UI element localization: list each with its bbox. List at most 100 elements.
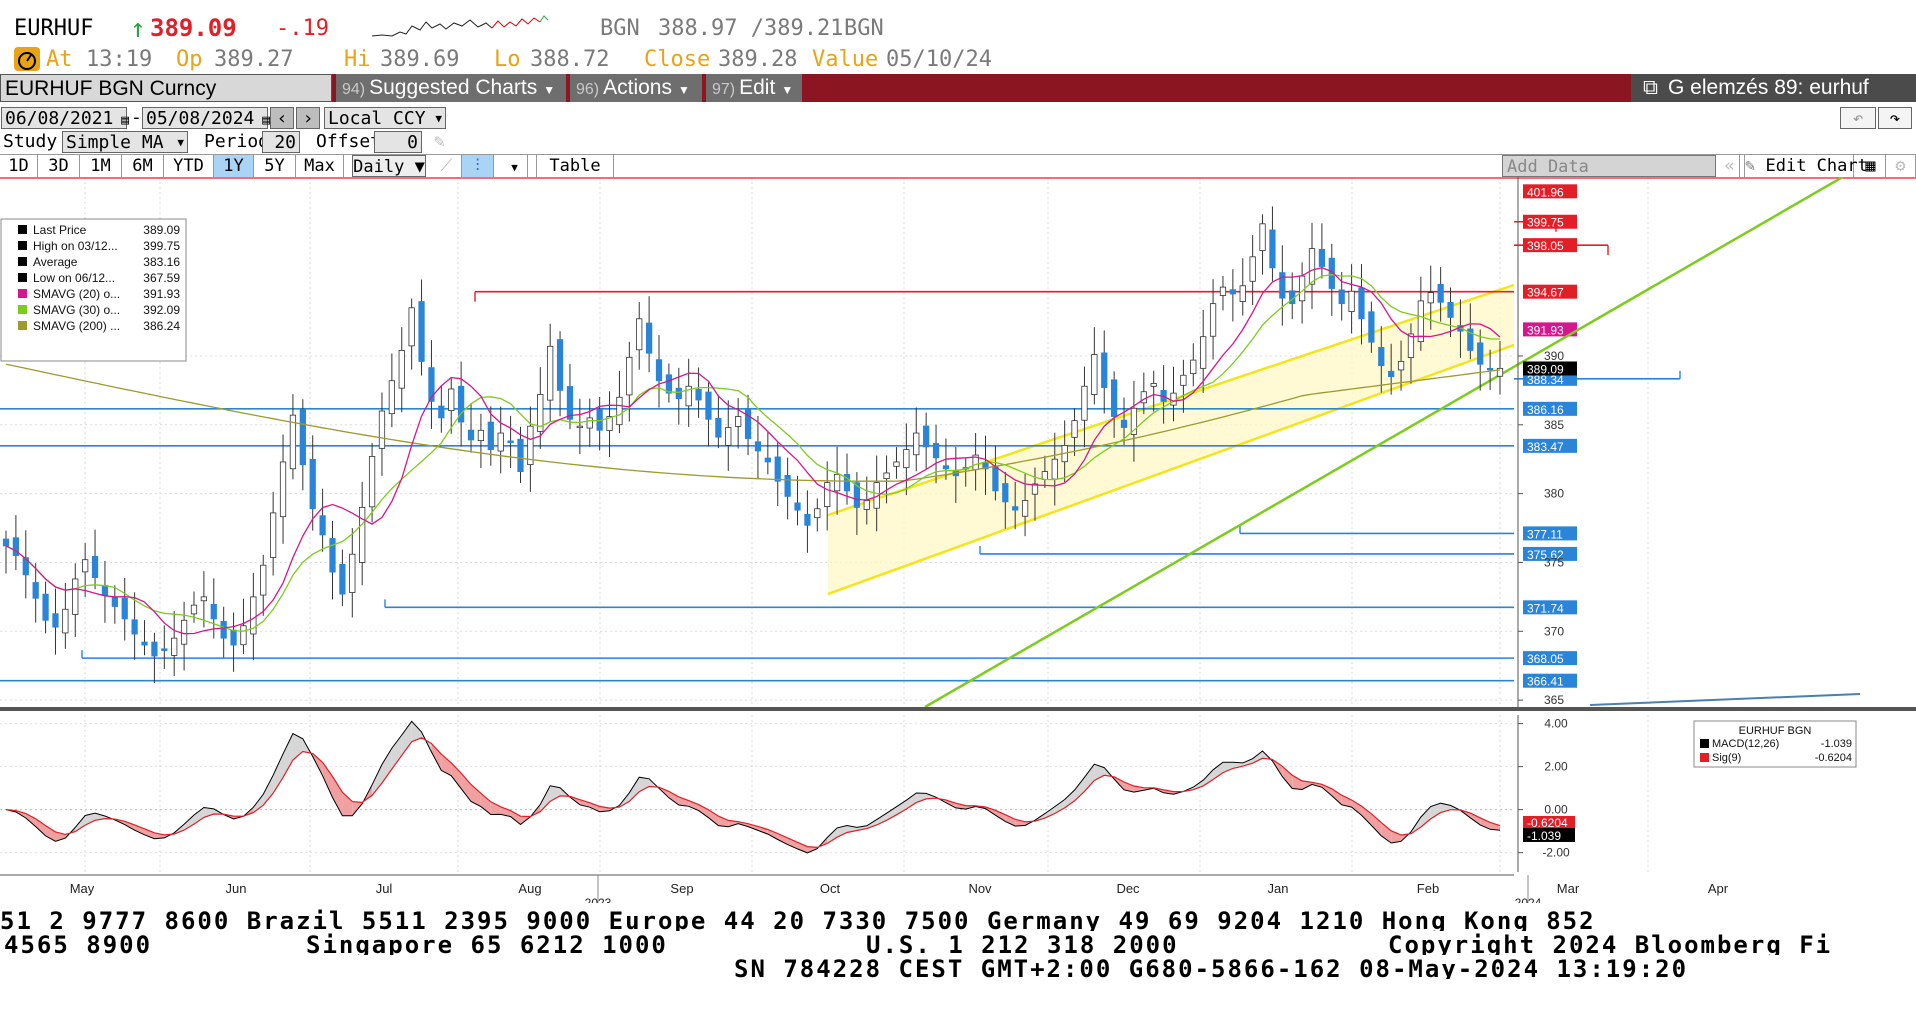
legend-swatch	[18, 273, 27, 282]
dropdown-arrow-icon: ▼	[543, 83, 556, 97]
chart-type-line-button[interactable]: ⟋	[432, 155, 462, 177]
actions-button[interactable]: 96) Actions ▼	[570, 74, 702, 102]
suggested-label: Suggested Charts	[369, 76, 538, 99]
candle-body	[814, 508, 821, 519]
candle-body	[824, 482, 831, 507]
redo-button[interactable]: ↷	[1878, 107, 1912, 129]
candle-body	[1338, 289, 1345, 305]
dropdown-arrow-icon: ▼	[678, 83, 690, 97]
price-change: -.19	[276, 16, 329, 41]
candle-body	[141, 641, 148, 646]
external-link-icon: ⧉	[1643, 76, 1658, 99]
redo-icon: ↷	[1889, 108, 1901, 129]
candle-body	[942, 465, 950, 470]
period-tab-3d[interactable]: 3D	[38, 155, 80, 177]
level-label: 383.47	[1523, 438, 1577, 454]
candle-body	[32, 582, 39, 599]
end-date-input[interactable]: 05/08/2024 ▤	[142, 107, 271, 129]
security-field[interactable]: EURHUF BGN Curncy	[0, 74, 332, 102]
edit-chart-button[interactable]: ✎ Edit Chart	[1744, 155, 1868, 177]
candle-body	[91, 556, 99, 578]
candle-body	[725, 427, 732, 446]
price-axis-label: 385	[1544, 418, 1564, 432]
analysis-title[interactable]: ⧉ G elemzés 89: eurhuf	[1631, 74, 1916, 102]
level-label-text: 394.67	[1527, 286, 1564, 300]
legend-swatch	[18, 241, 27, 250]
candle-body	[764, 457, 771, 463]
gear-button[interactable]: ⚙	[1886, 155, 1916, 177]
candle-body	[82, 559, 89, 573]
legend-value: 386.24	[143, 319, 180, 333]
collapse-button[interactable]: «	[1720, 155, 1740, 177]
add-data-input[interactable]: Add Data	[1502, 155, 1716, 177]
candle-body	[319, 515, 326, 536]
at-time: 13:19	[86, 47, 153, 72]
chart-type-dropdown[interactable]: ▼	[502, 155, 528, 177]
x-axis-label: Jul	[376, 881, 393, 896]
legend: Last Price 389.09 High on 03/12... 399.75 Av…	[0, 218, 187, 362]
candle-body	[448, 388, 455, 411]
candle-body	[1041, 471, 1048, 480]
candle-body	[507, 440, 514, 444]
candle-body	[339, 563, 346, 595]
calendar-icon: ▤	[113, 113, 130, 128]
next-range-button[interactable]: ›	[296, 107, 320, 129]
chart-settings-button[interactable]: ▦	[1856, 155, 1886, 177]
period-tab-ytd[interactable]: YTD	[164, 155, 214, 177]
suggested-num: 94)	[342, 81, 366, 98]
value-label: Value	[812, 47, 879, 72]
macd-legend-value: -0.6204	[1815, 752, 1852, 764]
candle-body	[1486, 368, 1494, 371]
gauge-icon[interactable]	[14, 47, 40, 71]
study-type-select[interactable]: Simple MA ▼	[62, 131, 188, 153]
suggested-charts-button[interactable]: 94) Suggested Charts ▼	[336, 74, 566, 102]
candle-body	[586, 417, 593, 429]
offset-input[interactable]: 0	[374, 131, 422, 153]
table-button[interactable]: Table	[536, 155, 614, 177]
legend-value: 367.59	[143, 271, 180, 285]
edit-button[interactable]: 97) Edit ▼	[706, 74, 802, 102]
edit-label: Edit	[739, 76, 776, 99]
period-tab-6m[interactable]: 6M	[122, 155, 164, 177]
currency-select[interactable]: Local CCY ▼	[324, 107, 446, 129]
level-label-text: 391.93	[1527, 323, 1564, 337]
period-tab-1y[interactable]: 1Y	[214, 155, 254, 177]
candle-body	[388, 380, 395, 415]
candle-body	[893, 461, 900, 467]
candle-body	[1209, 303, 1217, 337]
macd-axis-label: 4.00	[1544, 717, 1568, 731]
period-tab-1m[interactable]: 1M	[80, 155, 122, 177]
frequency-select[interactable]: Daily ▼	[352, 155, 426, 177]
candle-body	[1170, 392, 1177, 406]
macd-last-label: -1.039	[1527, 829, 1561, 843]
dropdown-arrow-icon: ▼	[435, 112, 442, 125]
level-label-text: 366.41	[1527, 675, 1564, 689]
prev-range-button[interactable]: ‹	[270, 107, 294, 129]
candle-body	[1279, 272, 1286, 299]
range-dash: -	[131, 107, 142, 128]
level-label: 401.96	[1523, 184, 1577, 199]
x-axis-label: Jun	[226, 881, 247, 896]
candle-body	[1348, 290, 1355, 312]
level-label: 377.11	[1523, 526, 1577, 541]
period-tab-max[interactable]: Max	[296, 155, 344, 177]
add-data-label: Add Data	[1507, 157, 1589, 177]
candle-body	[735, 416, 742, 427]
period-tab-1d[interactable]: 1D	[0, 155, 38, 177]
chart-type-candle-button[interactable]: ⫶	[462, 155, 494, 177]
price-chart[interactable]: 401.96399.75398.05394.67391.93388.34386.…	[0, 177, 1916, 903]
candle-body	[260, 564, 267, 596]
period-input[interactable]: 20	[262, 131, 300, 153]
macd-legend-title: EURHUF BGN	[1739, 725, 1812, 737]
macd-axis-label: 2.00	[1544, 760, 1568, 774]
candle-body	[349, 553, 356, 593]
calendar-icon: ▤	[254, 113, 271, 128]
candle-body	[517, 438, 524, 472]
period-tab-5y[interactable]: 5Y	[254, 155, 296, 177]
candle-body	[784, 474, 791, 497]
start-date-input[interactable]: 06/08/2021 ▤	[1, 107, 130, 129]
candle-body	[1021, 500, 1029, 517]
pencil-icon[interactable]: ✎	[434, 131, 445, 152]
candle-body	[655, 359, 663, 382]
undo-button[interactable]: ↶	[1840, 107, 1876, 129]
